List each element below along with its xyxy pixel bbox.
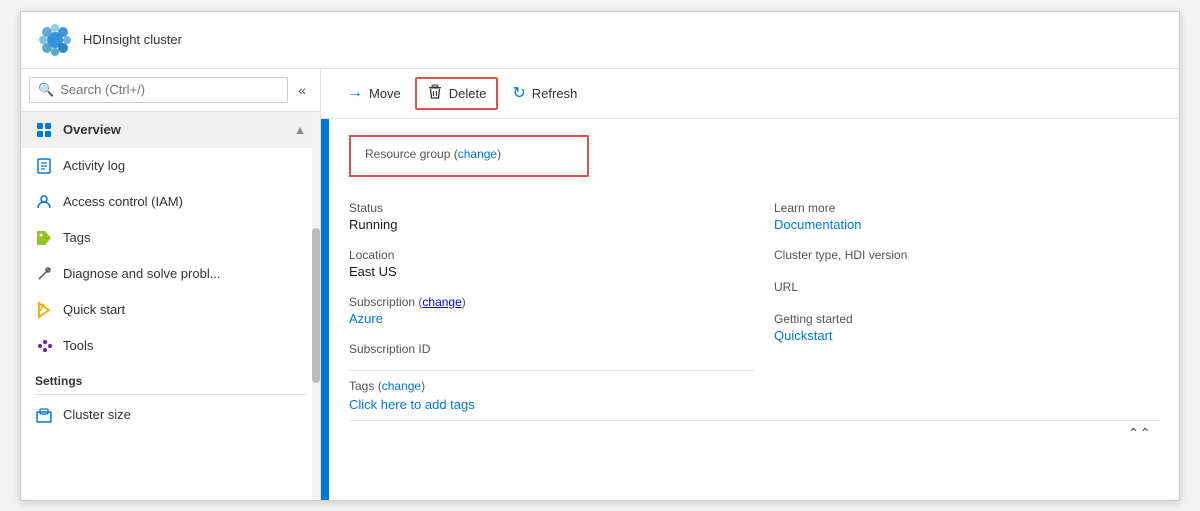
- access-control-icon: [35, 193, 53, 211]
- scroll-up-button[interactable]: ⌃⌃: [1128, 425, 1151, 442]
- delete-label: Delete: [449, 86, 487, 101]
- sidebar-nav: Overview ▲ Activity log Access contr: [21, 112, 320, 433]
- sidebar-item-tools-label: Tools: [63, 338, 306, 353]
- resource-group-box: Resource group (change): [349, 135, 589, 177]
- documentation-link[interactable]: Documentation: [774, 217, 861, 232]
- search-box[interactable]: 🔍: [29, 77, 288, 103]
- sidebar-item-tags-label: Tags: [63, 230, 306, 245]
- resource-group-label: Resource group (change): [365, 147, 573, 161]
- cluster-size-icon: [35, 406, 53, 424]
- tags-icon: [35, 229, 53, 247]
- sidebar-item-activity-log-label: Activity log: [63, 158, 306, 173]
- sidebar-item-tags[interactable]: Tags: [21, 220, 320, 256]
- toolbar: → Move Delete ↻ Refresh: [321, 69, 1179, 119]
- search-row: 🔍 «: [21, 69, 320, 112]
- content-inner: Resource group (change) Status Running: [321, 119, 1179, 500]
- search-icon: 🔍: [38, 82, 54, 98]
- subscription-link[interactable]: Azure: [349, 311, 383, 326]
- overview-expand-icon: ▲: [294, 123, 306, 137]
- settings-divider: [35, 394, 306, 395]
- subscription-value: Azure: [349, 311, 754, 326]
- tags-row: Tags (change) Click here to add tags: [349, 370, 754, 420]
- tags-add-link[interactable]: Click here to add tags: [349, 397, 754, 412]
- resource-group-change-link[interactable]: change: [458, 147, 497, 161]
- sidebar-item-cluster-size-label: Cluster size: [63, 407, 306, 422]
- sidebar-item-quick-start[interactable]: Quick start: [21, 292, 320, 328]
- learn-more-block: Learn more Documentation: [774, 193, 1159, 240]
- sidebar-item-tools[interactable]: Tools: [21, 328, 320, 364]
- subscription-change-link[interactable]: change: [422, 295, 461, 309]
- cluster-type-label: Cluster type, HDI version: [774, 248, 1159, 262]
- details-panel: Resource group (change) Status Running: [325, 119, 1179, 500]
- location-value: East US: [349, 264, 754, 279]
- sidebar-scrollbar-thumb[interactable]: [312, 228, 320, 383]
- subscription-id-label: Subscription ID: [349, 342, 754, 356]
- sidebar-item-diagnose[interactable]: Diagnose and solve probl...: [21, 256, 320, 292]
- content-area: → Move Delete ↻ Refresh: [321, 69, 1179, 500]
- subscription-label: Subscription (change): [349, 295, 754, 309]
- cluster-type-block: Cluster type, HDI version: [774, 240, 1159, 272]
- sidebar-scrollbar[interactable]: [312, 112, 320, 500]
- window-header: HDInsight cluster: [21, 12, 1179, 69]
- quick-start-icon: [35, 301, 53, 319]
- tags-label: Tags (change): [349, 379, 754, 393]
- app-window: HDInsight cluster 🔍 «: [20, 11, 1180, 501]
- location-label: Location: [349, 248, 754, 262]
- left-column: Status Running Location East US Subscrip…: [349, 193, 754, 420]
- details-grid: Status Running Location East US Subscrip…: [349, 193, 1159, 420]
- url-label: URL: [774, 280, 1159, 294]
- tools-icon: [35, 337, 53, 355]
- quickstart-value: Quickstart: [774, 328, 1159, 343]
- url-block: URL: [774, 272, 1159, 304]
- refresh-icon: ↻: [512, 83, 525, 103]
- subscription-block: Subscription (change) Azure: [349, 287, 754, 334]
- collapse-sidebar-button[interactable]: «: [292, 78, 312, 102]
- sidebar-item-access-control[interactable]: Access control (IAM): [21, 184, 320, 220]
- diagnose-icon: [35, 265, 53, 283]
- window-title: HDInsight cluster: [83, 32, 182, 47]
- status-label: Status: [349, 201, 754, 215]
- settings-section-label: Settings: [21, 364, 320, 392]
- right-column: Learn more Documentation Cluster type, H…: [754, 193, 1159, 420]
- sidebar-item-diagnose-label: Diagnose and solve probl...: [63, 266, 306, 281]
- refresh-label: Refresh: [532, 86, 578, 101]
- sidebar-item-quick-start-label: Quick start: [63, 302, 306, 317]
- getting-started-block: Getting started Quickstart: [774, 304, 1159, 351]
- delete-icon: [427, 84, 443, 103]
- refresh-button[interactable]: ↻ Refresh: [502, 78, 587, 108]
- scroll-up-area: ⌃⌃: [349, 420, 1159, 446]
- sidebar-item-overview[interactable]: Overview ▲: [21, 112, 320, 148]
- delete-button[interactable]: Delete: [415, 77, 499, 110]
- move-label: Move: [369, 86, 401, 101]
- sidebar-item-access-control-label: Access control (IAM): [63, 194, 306, 209]
- documentation-value: Documentation: [774, 217, 1159, 232]
- status-value: Running: [349, 217, 754, 232]
- main-layout: 🔍 « Overview ▲: [21, 69, 1179, 500]
- subscription-id-block: Subscription ID: [349, 334, 754, 366]
- location-block: Location East US: [349, 240, 754, 287]
- status-block: Status Running: [349, 193, 754, 240]
- move-button[interactable]: → Move: [337, 79, 411, 107]
- activity-log-icon: [35, 157, 53, 175]
- search-input[interactable]: [60, 82, 279, 97]
- sidebar: 🔍 « Overview ▲: [21, 69, 321, 500]
- overview-icon: [35, 121, 53, 139]
- sidebar-item-activity-log[interactable]: Activity log: [21, 148, 320, 184]
- sidebar-item-cluster-size[interactable]: Cluster size: [21, 397, 320, 433]
- learn-more-label: Learn more: [774, 201, 1159, 215]
- tags-change-link[interactable]: change: [382, 379, 421, 393]
- getting-started-label: Getting started: [774, 312, 1159, 326]
- quickstart-link[interactable]: Quickstart: [774, 328, 833, 343]
- move-arrow-icon: →: [347, 84, 363, 102]
- sidebar-nav-wrapper: Overview ▲ Activity log Access contr: [21, 112, 320, 500]
- sidebar-item-overview-label: Overview: [63, 122, 284, 137]
- hdinsight-logo-icon: [37, 22, 73, 58]
